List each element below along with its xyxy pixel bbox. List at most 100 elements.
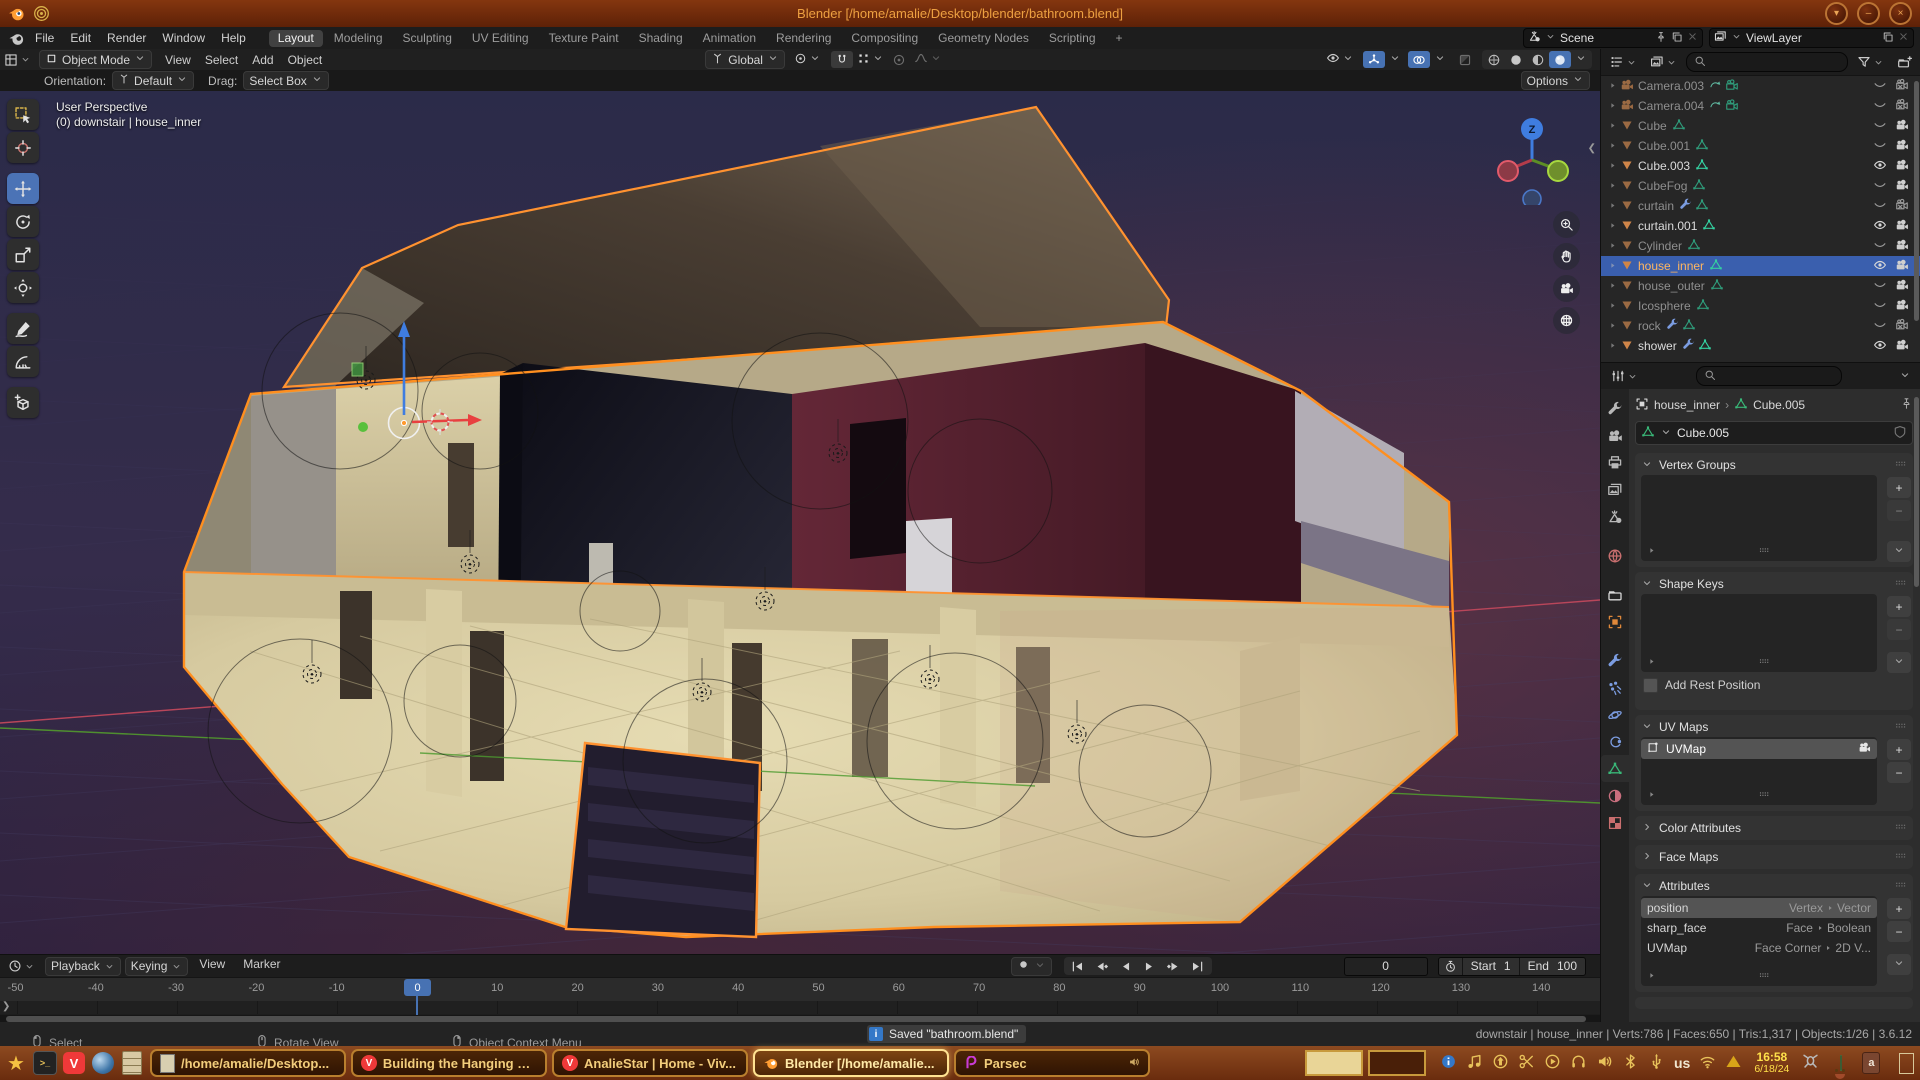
tool-tweak-select-button[interactable] [7,99,39,130]
tray-drone-icon[interactable] [1801,1052,1820,1074]
close-button[interactable]: × [1889,2,1912,25]
tray-dictionary-icon[interactable]: a [1862,1052,1880,1074]
frame-end-field[interactable]: End100 [1520,959,1585,973]
previous-keyframe-button[interactable] [1090,957,1114,975]
outliner-scrollbar[interactable] [1914,81,1919,321]
tool-scale-button[interactable] [7,239,39,270]
drag-dropdown[interactable]: Select Box [243,71,328,90]
tray-music-icon[interactable] [1466,1053,1483,1073]
disable-in-renders-toggle[interactable] [1895,318,1909,335]
taskbar-task-1[interactable]: /home/amalie/Desktop... [150,1049,346,1077]
hide-in-viewport-toggle[interactable] [1873,218,1887,235]
snap-toggle[interactable] [831,51,853,68]
shape-keys-list[interactable] [1641,594,1877,672]
outliner-row-curtain.001[interactable]: curtain.001 [1601,216,1920,236]
workspace-tab-scripting[interactable]: Scripting [1040,30,1105,47]
menu-help[interactable]: Help [213,27,254,49]
disable-in-renders-toggle[interactable] [1895,118,1909,135]
outliner-row-rock[interactable]: rock [1601,316,1920,336]
clock[interactable]: 16:58 6/18/24 [1754,1051,1789,1075]
object-visibility-selector[interactable] [1322,51,1358,68]
outliner-row-Camera.004[interactable]: Camera.004 [1601,96,1920,116]
window-titlebar[interactable]: Blender [/home/amalie/Desktop/blender/ba… [0,0,1920,27]
outliner-row-Cube[interactable]: Cube [1601,116,1920,136]
sidebar-collapse-arrow[interactable]: ❮ [1588,143,1596,154]
datablock-name-field[interactable]: Cube.005 [1635,421,1913,445]
add-workspace-button[interactable]: + [1107,30,1132,47]
camera-view-button[interactable] [1553,275,1580,302]
menu-file[interactable]: File [27,27,62,49]
workspace-tab-sculpting[interactable]: Sculpting [394,30,461,47]
shading-solid-button[interactable] [1505,51,1527,68]
timeline-tracks[interactable] [0,1001,1600,1014]
disable-in-renders-toggle[interactable] [1895,278,1909,295]
overlays-toggle[interactable] [1408,51,1430,68]
properties-tab-scene[interactable] [1601,503,1629,530]
xray-toggle[interactable] [1454,51,1476,68]
add-rest-position-row[interactable]: Add Rest Position [1643,674,1905,696]
proportional-editing-toggle[interactable] [888,51,910,68]
panel-header[interactable]: Attributes [1641,876,1907,896]
outliner-row-house_inner[interactable]: house_inner [1601,256,1920,276]
timeline-menu-marker[interactable]: Marker [236,957,287,976]
hide-in-viewport-toggle[interactable] [1873,238,1887,255]
disable-in-renders-toggle[interactable] [1895,78,1909,95]
launcher-terminal[interactable]: >_ [32,1050,58,1076]
launcher-vivaldi[interactable]: V [61,1050,87,1076]
properties-tab-data[interactable] [1601,755,1629,782]
outliner-row-CubeFog[interactable]: CubeFog [1601,176,1920,196]
tray-warning-icon[interactable] [1725,1053,1742,1073]
checkbox[interactable] [1643,678,1658,693]
current-frame-field[interactable]: 0 [1344,957,1428,976]
vertex-group-specials-button[interactable] [1887,541,1911,562]
tool-rotate-button[interactable] [7,206,39,237]
taskbar-task-2[interactable]: VBuilding the Hanging G... [351,1049,547,1077]
add-vertex-group-button[interactable]: + [1887,477,1911,498]
outliner-row-Icosphere[interactable]: Icosphere [1601,296,1920,316]
outliner-row-Cube.001[interactable]: Cube.001 [1601,136,1920,156]
current-frame-badge[interactable]: 0 [404,979,431,996]
outliner-row-Cube.003[interactable]: Cube.003 [1601,156,1920,176]
orthographic-button[interactable] [1553,307,1580,334]
panel-header[interactable]: Vertex Groups [1641,455,1907,475]
play-button[interactable] [1138,957,1162,975]
workspace-tab-geometry-nodes[interactable]: Geometry Nodes [929,30,1038,47]
options-dropdown[interactable]: Options [1521,71,1590,90]
disable-in-renders-toggle[interactable] [1895,98,1909,115]
shading-material-button[interactable] [1527,51,1549,68]
shading-dropdown[interactable] [1571,51,1591,68]
tool-annotate-button[interactable] [7,313,39,344]
uv-map-item[interactable]: UVMap [1641,739,1877,759]
add-attribute-button[interactable]: + [1887,898,1911,919]
pan-button[interactable] [1553,243,1580,270]
new-viewlayer-icon[interactable] [1882,31,1894,46]
timeline-collapse-arrow[interactable]: ❯ [2,1001,10,1012]
play-reverse-button[interactable] [1114,957,1138,975]
blender-menu-icon[interactable] [8,30,25,47]
disable-in-renders-toggle[interactable] [1895,218,1909,235]
attributes-list[interactable]: positionVertexVectorsharp_faceFaceBoolea… [1641,896,1877,986]
launcher-file-manager[interactable] [119,1050,145,1076]
shape-key-specials-button[interactable] [1887,652,1911,673]
outliner-row-Cylinder[interactable]: Cylinder [1601,236,1920,256]
panel-header[interactable]: Face Maps [1641,847,1907,867]
tray-usb-icon[interactable] [1648,1053,1665,1073]
new-scene-icon[interactable] [1671,31,1683,46]
uv-maps-list[interactable]: UVMap [1641,737,1877,805]
transform-orientation-selector[interactable]: Global [705,50,785,69]
attribute-row-position[interactable]: positionVertexVector [1641,898,1877,918]
hide-in-viewport-toggle[interactable] [1873,198,1887,215]
properties-options-dropdown[interactable] [1895,368,1915,385]
tray-volume-icon[interactable] [1596,1053,1613,1073]
remove-uv-map-button[interactable]: − [1887,762,1911,783]
tool-cursor-button[interactable] [7,132,39,163]
3d-viewport[interactable]: User Perspective (0) downstair | house_i… [0,91,1600,954]
editor-type-button[interactable] [4,958,39,975]
viewlayer-selector[interactable]: ViewLayer [1709,28,1914,48]
outliner-row-curtain[interactable]: curtain [1601,196,1920,216]
properties-tab-render[interactable] [1601,422,1629,449]
workspace-tab-shading[interactable]: Shading [630,30,692,47]
workspace-tab-modeling[interactable]: Modeling [325,30,392,47]
tray-update-icon[interactable] [1492,1053,1509,1073]
outliner-row-Camera.003[interactable]: Camera.003 [1601,76,1920,96]
